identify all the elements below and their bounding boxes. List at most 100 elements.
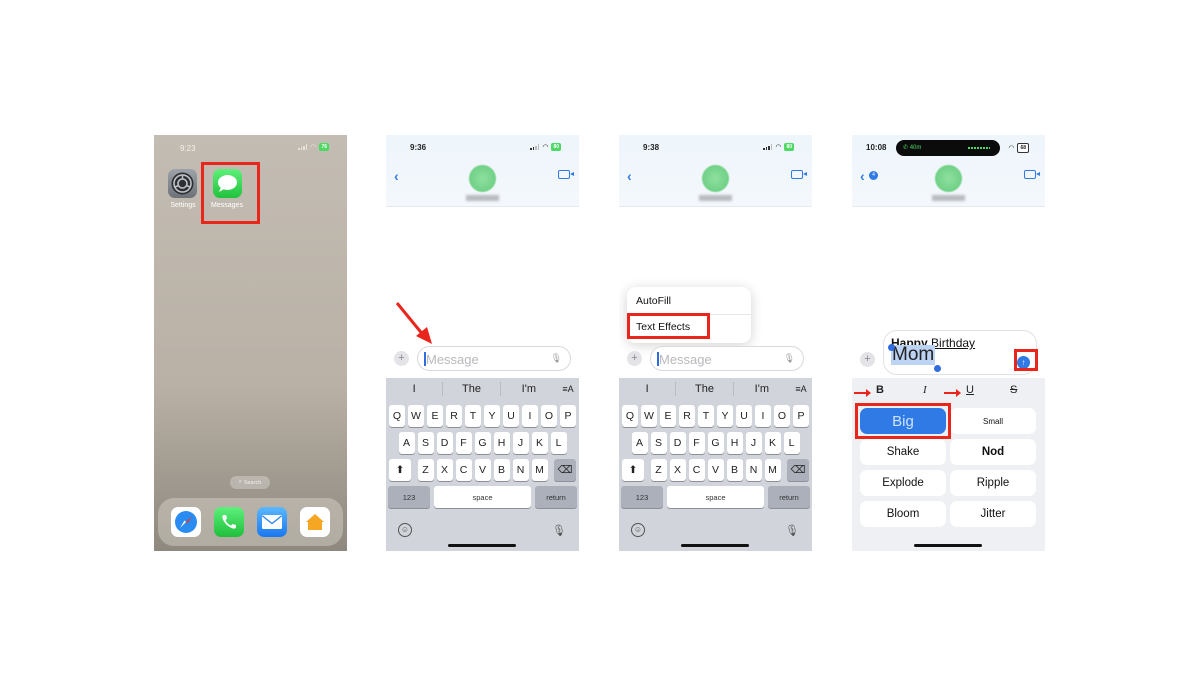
contact-name[interactable]: Annie (932, 195, 965, 201)
suggestion-item[interactable]: I'm (734, 383, 790, 395)
key-a[interactable]: A (398, 432, 415, 454)
key-p[interactable]: P (793, 405, 809, 427)
keyboard-mic-icon[interactable]: 🎙︎ (552, 524, 566, 537)
effect-explode[interactable]: Explode (860, 470, 946, 496)
bold-button[interactable]: B (876, 384, 884, 396)
key-h[interactable]: H (726, 432, 743, 454)
shift-key[interactable]: ⬆ (622, 459, 644, 481)
key-g[interactable]: G (707, 432, 724, 454)
key-m[interactable]: M (531, 459, 548, 481)
key-d[interactable]: D (436, 432, 453, 454)
key-e[interactable]: E (660, 405, 676, 427)
key-o[interactable]: O (774, 405, 790, 427)
key-y[interactable]: Y (484, 405, 500, 427)
search-pill[interactable]: ⌕ Search (230, 476, 270, 489)
key-u[interactable]: U (503, 405, 519, 427)
italic-button[interactable]: I (923, 384, 927, 396)
key-w[interactable]: W (408, 405, 424, 427)
numbers-key[interactable]: 123 (621, 486, 663, 508)
video-call-icon[interactable] (1024, 170, 1040, 179)
key-u[interactable]: U (736, 405, 752, 427)
message-input[interactable]: Message 🎙︎ (417, 346, 571, 371)
key-b[interactable]: B (493, 459, 510, 481)
key-r[interactable]: R (679, 405, 695, 427)
key-k[interactable]: K (764, 432, 781, 454)
effect-shake[interactable]: Shake (860, 439, 946, 465)
plus-button[interactable]: + (627, 351, 642, 366)
space-key[interactable]: space (667, 486, 764, 508)
key-b[interactable]: B (726, 459, 743, 481)
key-n[interactable]: N (745, 459, 762, 481)
effect-small[interactable]: Small (950, 408, 1036, 434)
selection-handle-end[interactable] (934, 365, 941, 372)
key-p[interactable]: P (560, 405, 576, 427)
key-t[interactable]: T (465, 405, 481, 427)
key-i[interactable]: I (755, 405, 771, 427)
key-k[interactable]: K (531, 432, 548, 454)
key-s[interactable]: S (417, 432, 434, 454)
numbers-key[interactable]: 123 (388, 486, 430, 508)
key-m[interactable]: M (764, 459, 781, 481)
key-v[interactable]: V (707, 459, 724, 481)
key-l[interactable]: L (783, 432, 800, 454)
home-indicator[interactable] (914, 544, 982, 547)
dictation-mic-icon[interactable]: 🎙︎ (784, 353, 795, 364)
key-h[interactable]: H (493, 432, 510, 454)
plus-button[interactable]: + (860, 352, 875, 367)
key-x[interactable]: X (436, 459, 453, 481)
key-j[interactable]: J (512, 432, 529, 454)
contact-name[interactable]: Annie (466, 195, 499, 201)
suggestion-item[interactable]: I (386, 383, 442, 395)
key-y[interactable]: Y (717, 405, 733, 427)
keyboard-mic-icon[interactable]: 🎙︎ (785, 524, 799, 537)
avatar[interactable] (469, 165, 496, 192)
underline-button[interactable]: U (966, 384, 974, 396)
key-d[interactable]: D (669, 432, 686, 454)
effect-nod[interactable]: Nod (950, 439, 1036, 465)
key-q[interactable]: Q (389, 405, 405, 427)
home-indicator[interactable] (681, 544, 749, 547)
shift-key[interactable]: ⬆ (389, 459, 411, 481)
space-key[interactable]: space (434, 486, 531, 508)
key-r[interactable]: R (446, 405, 462, 427)
selected-text[interactable]: Mom (891, 345, 936, 365)
avatar[interactable] (935, 165, 962, 192)
return-key[interactable]: return (768, 486, 810, 508)
avatar[interactable] (702, 165, 729, 192)
back-chevron-icon[interactable]: ‹ (860, 168, 865, 184)
plus-button[interactable]: + (394, 351, 409, 366)
key-o[interactable]: O (541, 405, 557, 427)
return-key[interactable]: return (535, 486, 577, 508)
delete-key[interactable]: ⌫ (554, 459, 576, 481)
key-n[interactable]: N (512, 459, 529, 481)
key-c[interactable]: C (455, 459, 472, 481)
key-q[interactable]: Q (622, 405, 638, 427)
delete-key[interactable]: ⌫ (787, 459, 809, 481)
key-c[interactable]: C (688, 459, 705, 481)
emoji-icon[interactable]: ☺ (398, 523, 412, 537)
suggestion-item[interactable]: The (443, 383, 499, 395)
home-indicator[interactable] (448, 544, 516, 547)
key-f[interactable]: F (455, 432, 472, 454)
key-x[interactable]: X (669, 459, 686, 481)
dynamic-island[interactable]: ✆ 40m (896, 140, 1000, 156)
key-z[interactable]: Z (650, 459, 667, 481)
key-v[interactable]: V (474, 459, 491, 481)
effect-ripple[interactable]: Ripple (950, 470, 1036, 496)
home-app[interactable] (300, 507, 331, 537)
key-a[interactable]: A (631, 432, 648, 454)
settings-app[interactable] (168, 169, 197, 198)
key-f[interactable]: F (688, 432, 705, 454)
message-input[interactable]: Message 🎙︎ (650, 346, 804, 371)
suggestion-item[interactable]: I'm (501, 383, 557, 395)
selection-handle-start[interactable] (888, 344, 895, 351)
effect-jitter[interactable]: Jitter (950, 501, 1036, 527)
phone-app[interactable] (213, 507, 244, 537)
key-e[interactable]: E (427, 405, 443, 427)
key-g[interactable]: G (474, 432, 491, 454)
emoji-icon[interactable]: ☺ (631, 523, 645, 537)
key-s[interactable]: S (650, 432, 667, 454)
effect-bloom[interactable]: Bloom (860, 501, 946, 527)
suggestion-item[interactable]: The (676, 383, 732, 395)
video-call-icon[interactable] (791, 170, 807, 179)
